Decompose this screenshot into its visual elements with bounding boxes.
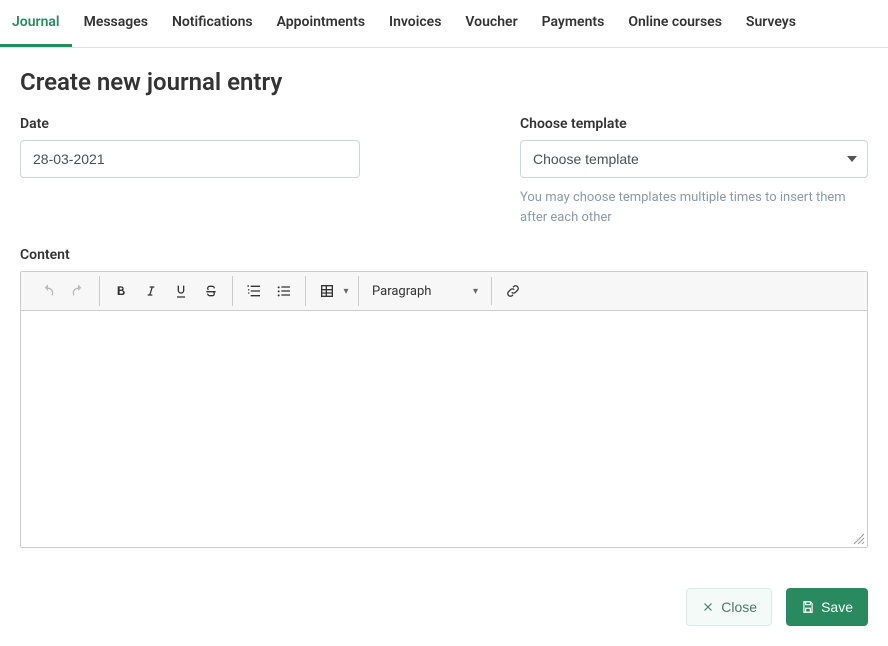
strikethrough-button[interactable] <box>196 276 226 306</box>
bold-button[interactable] <box>106 276 136 306</box>
link-group <box>492 276 534 306</box>
bullet-list-icon <box>276 283 292 299</box>
tab-bar: Journal Messages Notifications Appointme… <box>0 0 888 48</box>
history-group <box>27 276 100 306</box>
form-row: Date Choose template Choose template You… <box>20 116 868 227</box>
tab-messages[interactable]: Messages <box>72 0 160 47</box>
template-group: Choose template Choose template You may … <box>520 116 868 227</box>
link-icon <box>505 283 521 299</box>
strikethrough-icon <box>203 283 219 299</box>
template-select[interactable]: Choose template <box>520 140 868 178</box>
numbered-list-button[interactable] <box>239 276 269 306</box>
chevron-down-icon[interactable]: ▾ <box>340 286 352 297</box>
save-button-label: Save <box>821 599 853 615</box>
tab-invoices[interactable]: Invoices <box>377 0 453 47</box>
template-help-text: You may choose templates multiple times … <box>520 188 868 227</box>
numbered-list-icon <box>246 283 262 299</box>
underline-button[interactable] <box>166 276 196 306</box>
table-icon <box>319 283 335 299</box>
tab-surveys[interactable]: Surveys <box>734 0 808 47</box>
tab-voucher[interactable]: Voucher <box>453 0 529 47</box>
date-group: Date <box>20 116 360 227</box>
redo-button[interactable] <box>63 276 93 306</box>
italic-button[interactable] <box>136 276 166 306</box>
tab-appointments[interactable]: Appointments <box>265 0 377 47</box>
template-label: Choose template <box>520 116 868 132</box>
resize-handle-icon[interactable] <box>853 533 865 545</box>
italic-icon <box>143 283 159 299</box>
save-button[interactable]: Save <box>786 588 868 626</box>
date-label: Date <box>20 116 360 132</box>
content-section: Content <box>20 247 868 548</box>
tab-journal[interactable]: Journal <box>0 0 72 47</box>
list-group <box>233 276 306 306</box>
bullet-list-button[interactable] <box>269 276 299 306</box>
redo-icon <box>70 283 86 299</box>
paragraph-select-label: Paragraph <box>372 284 431 299</box>
undo-icon <box>40 283 56 299</box>
undo-button[interactable] <box>33 276 63 306</box>
close-icon <box>701 600 715 614</box>
editor-toolbar: ▾ Paragraph ▾ <box>21 272 867 311</box>
date-input[interactable] <box>20 140 360 178</box>
format-group <box>100 276 233 306</box>
tab-online-courses[interactable]: Online courses <box>616 0 734 47</box>
tab-notifications[interactable]: Notifications <box>160 0 265 47</box>
save-icon <box>801 600 815 614</box>
paragraph-group: Paragraph ▾ <box>359 277 492 305</box>
close-button[interactable]: Close <box>686 588 772 626</box>
chevron-down-icon: ▾ <box>473 286 478 297</box>
footer-actions: Close Save <box>0 568 888 646</box>
table-group: ▾ <box>306 276 359 306</box>
content-label: Content <box>20 247 70 263</box>
main-content: Create new journal entry Date Choose tem… <box>0 48 888 568</box>
tab-payments[interactable]: Payments <box>530 0 617 47</box>
paragraph-select[interactable]: Paragraph ▾ <box>365 277 485 305</box>
close-button-label: Close <box>721 599 757 615</box>
table-button[interactable] <box>312 276 342 306</box>
link-button[interactable] <box>498 276 528 306</box>
bold-icon <box>113 283 129 299</box>
rich-text-editor: ▾ Paragraph ▾ <box>20 271 868 548</box>
page-title: Create new journal entry <box>20 68 868 96</box>
editor-textarea[interactable] <box>21 311 867 547</box>
underline-icon <box>173 283 189 299</box>
